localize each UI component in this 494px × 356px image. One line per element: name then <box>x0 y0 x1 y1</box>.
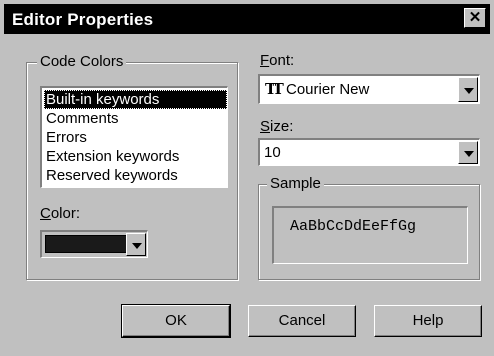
list-item[interactable]: Errors <box>44 128 227 147</box>
truetype-icon: TT <box>265 80 284 98</box>
font-label-rest: ont: <box>269 52 295 69</box>
size-label-rest: ize: <box>270 118 294 135</box>
size-select[interactable]: 10 <box>258 138 480 166</box>
help-button[interactable]: Help <box>374 305 482 337</box>
chevron-down-icon[interactable] <box>458 141 478 164</box>
font-value: Courier New <box>286 81 370 98</box>
sample-text: AaBbCcDdEeFfGg <box>290 218 417 235</box>
color-label-accel: C <box>40 205 51 222</box>
size-label: Size: <box>260 118 293 135</box>
sample-label: Sample <box>267 176 324 192</box>
font-label: Font: <box>260 52 294 69</box>
sample-preview: AaBbCcDdEeFfGg <box>272 206 468 264</box>
close-icon: ✕ <box>468 9 482 26</box>
chevron-down-icon[interactable] <box>126 233 146 256</box>
font-label-accel: F <box>260 52 270 69</box>
color-swatch <box>45 235 128 253</box>
color-label-rest: olor: <box>50 205 81 222</box>
size-label-accel: S <box>260 118 271 135</box>
size-value: 10 <box>264 144 281 161</box>
editor-properties-dialog: Editor Properties ✕ Code Colors Built-in… <box>0 0 494 356</box>
list-item[interactable]: Extension keywords <box>44 147 227 166</box>
color-select[interactable] <box>40 230 148 258</box>
dialog-title: Editor Properties <box>12 10 154 29</box>
title-bar[interactable]: Editor Properties ✕ <box>4 4 490 34</box>
list-item[interactable]: Built-in keywords <box>44 90 227 109</box>
list-item[interactable]: Reserved keywords <box>44 166 227 185</box>
color-label: Color: <box>40 205 80 222</box>
chevron-down-icon[interactable] <box>458 77 478 102</box>
ok-button[interactable]: OK <box>121 304 231 338</box>
close-button[interactable]: ✕ <box>464 8 486 28</box>
list-item[interactable]: Comments <box>44 109 227 128</box>
cancel-button[interactable]: Cancel <box>248 305 356 337</box>
font-select[interactable]: TT Courier New <box>258 74 480 104</box>
code-colors-label: Code Colors <box>37 54 127 70</box>
code-colors-list[interactable]: Built-in keywords Comments Errors Extens… <box>40 86 228 188</box>
